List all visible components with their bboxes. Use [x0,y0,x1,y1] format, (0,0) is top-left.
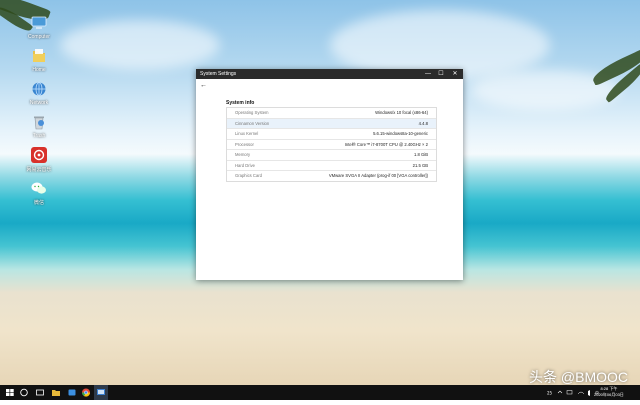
info-value: 1.8 GiB [414,152,428,157]
info-key: Hard Drive [235,162,256,168]
taskbar-app-blue[interactable] [66,385,78,400]
task-view-icon [36,389,44,396]
folder-icon [30,47,48,65]
system-info-table: Operating System Windows/x 10 focal (x86… [226,107,437,182]
section-title: System info [226,100,255,106]
computer-icon [30,14,48,32]
desktop-icon-netease-music[interactable]: 网易云音乐 [22,146,56,173]
info-value: Intel® Core™ i7-8700T CPU @ 2.40GHz × 2 [344,141,428,147]
trash-icon [30,113,48,131]
desktop-icon-label: 微信 [33,200,44,206]
info-value: Windows/x 10 focal (x86-64) [375,110,428,115]
maximize-button[interactable]: ☐ [434,69,448,79]
minimize-button[interactable]: — [421,69,435,79]
desktop-icon-label: 网易云音乐 [26,167,52,173]
info-row-hard-drive: Hard Drive 21.5 GB [227,161,436,171]
clock-date: 2020年06月03日 [594,392,624,397]
info-key: Operating System [235,110,269,115]
taskbar-clock[interactable]: 8:28 下午 2020年06月03日 [594,386,624,398]
wechat-icon [30,179,48,197]
system-settings-window: System Settings — ☐ ✕ ← System info Oper… [196,69,463,280]
info-row-kernel: Linux Kernel 5.6.15-windows8a-10-generic [227,129,436,140]
desktop-icon-label: Network [29,100,49,106]
info-value: VMware SVGA II Adapter (prog-if 00 [VGA … [328,173,428,178]
app-icon [68,389,76,396]
close-button[interactable]: ✕ [448,69,462,79]
netease-music-icon [30,146,48,164]
back-button[interactable]: ← [200,82,207,89]
desktop-icon-trash[interactable]: Trash [22,113,56,139]
start-button[interactable] [4,385,16,400]
info-row-processor: Processor Intel® Core™ i7-8700T CPU @ 2.… [227,140,436,150]
desktop-icon-label: Home [32,67,46,73]
desktop-icon-label: Computer [28,34,50,40]
desktop-icon-wechat[interactable]: 微信 [22,179,56,206]
info-value: 21.5 GB [412,162,428,168]
chrome-icon [81,388,91,397]
taskbar-vm-active[interactable] [94,385,108,400]
info-key: Linux Kernel [235,131,259,136]
window-titlebar[interactable]: System Settings — ☐ ✕ [196,69,463,79]
folder-icon [52,390,60,396]
search-icon [20,388,28,397]
info-row-memory: Memory 1.8 GiB [227,150,436,161]
info-key: Cinnamon Version [235,120,270,126]
desktop-icon-network[interactable]: Network [22,80,56,106]
search-button[interactable] [18,385,30,400]
desktop-icon-label: Trash [32,133,46,139]
desktop-background: Computer Home Network Trash 网易云音乐 微信 Sys… [0,0,640,385]
watermark: 头条 @BMOOC [529,369,628,385]
windows-logo-icon [6,389,14,396]
vm-icon [97,389,105,395]
desktop-icon-home[interactable]: Home [22,47,56,73]
info-key: Processor [235,141,254,147]
info-key: Graphics Card [235,173,262,178]
info-key: Memory [235,152,251,157]
task-view-button[interactable] [34,385,46,400]
taskbar-chrome[interactable] [80,385,92,400]
info-value: 4.4.8 [418,120,428,126]
info-row-graphics: Graphics Card VMware SVGA II Adapter (pr… [227,171,436,181]
svg-text:25: 25 [547,391,553,396]
info-row-os: Operating System Windows/x 10 focal (x86… [227,108,436,119]
info-value: 5.6.15-windows8a-10-generic [373,131,428,136]
info-row-cinnamon: Cinnamon Version 4.4.8 [227,118,436,129]
network-icon [30,80,48,98]
taskbar: 25 中 [0,385,640,400]
taskbar-file-explorer[interactable] [50,385,62,400]
window-title: System Settings [200,71,237,77]
desktop-icon-computer[interactable]: Computer [22,14,56,40]
